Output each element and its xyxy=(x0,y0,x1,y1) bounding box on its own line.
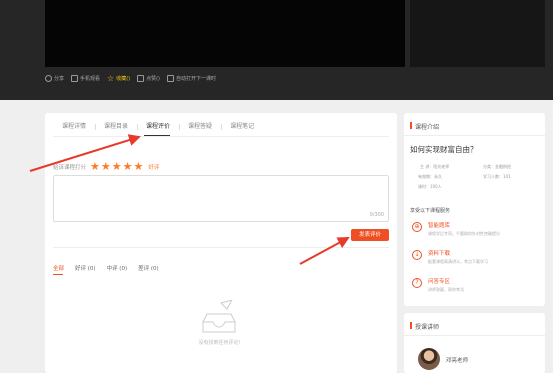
tab-course-details[interactable]: 课程详情 xyxy=(53,122,95,132)
teachers-header: 授课讲师 xyxy=(410,322,439,331)
rating-label: 给该课程打分 xyxy=(53,164,87,171)
teachers-card: 授课讲师 邓亮老师 xyxy=(404,313,545,373)
star-1-icon[interactable]: ★ xyxy=(90,161,100,172)
star-3-icon[interactable]: ★ xyxy=(112,161,122,172)
share-button[interactable]: 分享 xyxy=(45,74,65,82)
service-smart-bank[interactable]: ⊕ 智能题库 课程学后专项，千题助你针对性突破提分 xyxy=(412,221,500,237)
info-category: 分类：金融财经 xyxy=(483,164,511,169)
tab-course-notes[interactable]: 课程笔记 xyxy=(221,122,263,132)
info-hours: 课时：100人 xyxy=(418,184,442,189)
tab-divider xyxy=(53,136,389,137)
autoplay-toggle[interactable]: 自动打开下一课时 xyxy=(167,74,217,82)
star-2-icon[interactable]: ★ xyxy=(101,161,111,172)
mobile-watch-label: 手机观看 xyxy=(80,75,101,82)
thumbs-up-icon xyxy=(137,74,145,82)
service-desc: 讲师答疑，帮你考试 xyxy=(428,287,464,292)
service-download[interactable]: ↓ 资料下载 配套课程高清讲义，考点下载学习 xyxy=(412,249,488,265)
smart-bank-icon: ⊕ xyxy=(412,222,422,232)
empty-message: 没有找到任何评论！ xyxy=(198,340,244,346)
course-title: 如何实现财富自由？ xyxy=(410,145,478,154)
video-action-bar: 分享 手机观看 ☆ 收藏() 点赞() 自动打开下一课时 xyxy=(45,68,545,88)
service-qa[interactable]: ? 问答专区 讲师答疑，帮你考试 xyxy=(412,277,464,293)
service-title: 问答专区 xyxy=(428,279,451,285)
info-learners: 学习人数：101 xyxy=(483,174,511,179)
video-side-panel xyxy=(410,0,545,67)
tab-course-qa[interactable]: 课程答疑 xyxy=(179,122,221,132)
info-validity: 有效期：永久 xyxy=(418,174,442,179)
question-icon: ? xyxy=(412,278,422,288)
review-textarea[interactable]: 0/300 xyxy=(53,175,389,222)
empty-inbox-icon xyxy=(202,300,236,333)
course-tabs: 课程详情 课程目录 课程评价 课程答疑 课程笔记 xyxy=(53,122,263,132)
services-header: 享受以下课程服务 xyxy=(410,208,451,214)
favorite-label: 收藏() xyxy=(116,75,131,82)
star-4-icon[interactable]: ★ xyxy=(123,161,133,172)
phone-icon xyxy=(71,74,79,82)
share-label: 分享 xyxy=(54,75,65,82)
service-desc: 课程学后专项，千题助你针对性突破提分 xyxy=(428,231,500,236)
rating-text: 好评 xyxy=(148,164,160,171)
service-desc: 配套课程高清讲义，考点下载学习 xyxy=(428,259,488,264)
submit-review-button[interactable]: 发表评价 xyxy=(351,229,389,241)
intro-header-divider xyxy=(404,135,545,136)
favorite-button[interactable]: ☆ 收藏() xyxy=(107,73,131,83)
video-player[interactable] xyxy=(45,0,405,67)
like-button[interactable]: 点赞() xyxy=(137,74,161,82)
filter-neutral[interactable]: 中评 (0) xyxy=(107,264,128,272)
mobile-watch-button[interactable]: 手机观看 xyxy=(71,74,101,82)
char-counter: 0/300 xyxy=(369,212,384,218)
info-subject: 主 讲：阳光老师 xyxy=(420,164,450,169)
filter-all[interactable]: 全部 xyxy=(53,264,64,272)
star-icon: ☆ xyxy=(107,73,115,83)
filter-bad[interactable]: 差评 (0) xyxy=(138,264,159,272)
download-icon: ↓ xyxy=(412,250,422,260)
service-title: 智能题库 xyxy=(428,223,451,229)
like-label: 点赞() xyxy=(146,75,161,82)
rating-stars: ★ ★ ★ ★ ★ xyxy=(90,161,143,172)
course-tabs-card: 课程详情 课程目录 课程评价 课程答疑 课程笔记 给该课程打分 ★ ★ ★ ★ … xyxy=(45,113,397,373)
autoplay-label: 自动打开下一课时 xyxy=(176,75,217,82)
rating-row: 给该课程打分 ★ ★ ★ ★ ★ 好评 xyxy=(53,161,159,172)
tab-course-catalog[interactable]: 课程目录 xyxy=(95,122,137,132)
intro-header: 课程介绍 xyxy=(410,122,439,131)
course-intro-card: 课程介绍 如何实现财富自由？ 主 讲：阳光老师 分类：金融财经 有效期：永久 学… xyxy=(404,113,545,306)
service-title: 资料下载 xyxy=(428,251,451,257)
teachers-header-divider xyxy=(404,335,545,336)
share-icon xyxy=(45,74,52,82)
teacher-name[interactable]: 邓亮老师 xyxy=(446,356,468,364)
section-divider xyxy=(53,247,389,248)
autoplay-icon xyxy=(167,74,175,82)
star-5-icon[interactable]: ★ xyxy=(134,161,144,172)
teacher-avatar[interactable] xyxy=(418,348,440,370)
filter-good[interactable]: 好评 (0) xyxy=(75,264,96,272)
review-filters: 全部 好评 (0) 中评 (0) 差评 (0) xyxy=(53,264,159,272)
tab-course-reviews[interactable]: 课程评价 xyxy=(137,122,179,132)
active-filter-underline xyxy=(53,274,63,275)
